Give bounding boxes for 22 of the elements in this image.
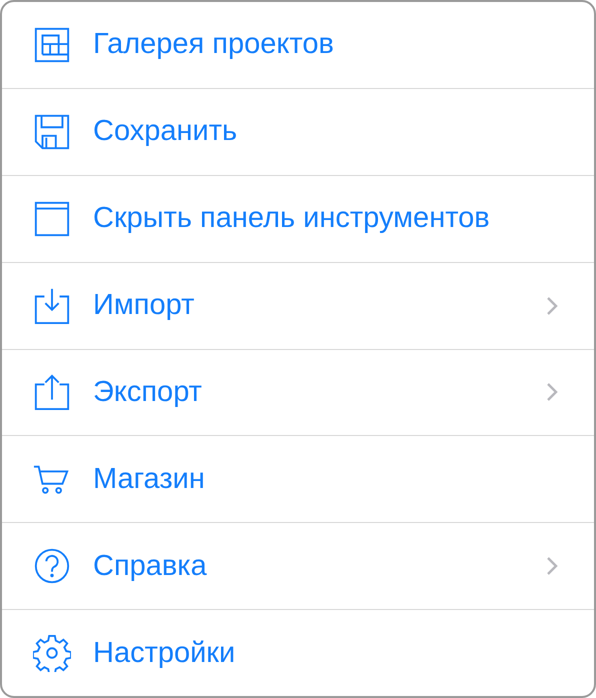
menu-label: Галерея проектов <box>93 28 335 62</box>
menu-label: Экспорт <box>93 376 203 409</box>
menu-item[interactable]: Экспорт <box>2 350 594 436</box>
help-icon <box>33 547 71 586</box>
menu-item[interactable]: Настройки <box>2 610 594 696</box>
menu-label: Импорт <box>93 289 196 322</box>
window-icon <box>33 200 71 238</box>
upload-icon <box>33 373 71 412</box>
menu-label: Магазин <box>93 462 206 496</box>
menu-item[interactable]: Магазин <box>2 436 594 524</box>
menu-label: Скрыть панель инструментов <box>93 202 491 236</box>
settings-icon <box>33 634 71 672</box>
menu-item[interactable]: Импорт <box>2 262 594 350</box>
gallery-icon <box>33 26 71 64</box>
menu-item[interactable]: Справка <box>2 523 594 610</box>
menu-item[interactable]: Скрыть панель инструментов <box>2 176 594 263</box>
download-icon <box>33 286 71 325</box>
menu-item[interactable]: Сохранить <box>2 88 594 176</box>
menu-label: Сохранить <box>93 115 238 148</box>
menu-label: Настройки <box>93 636 236 670</box>
menu-item[interactable]: Галерея проектов <box>2 2 594 89</box>
menu-label: Справка <box>93 550 208 583</box>
